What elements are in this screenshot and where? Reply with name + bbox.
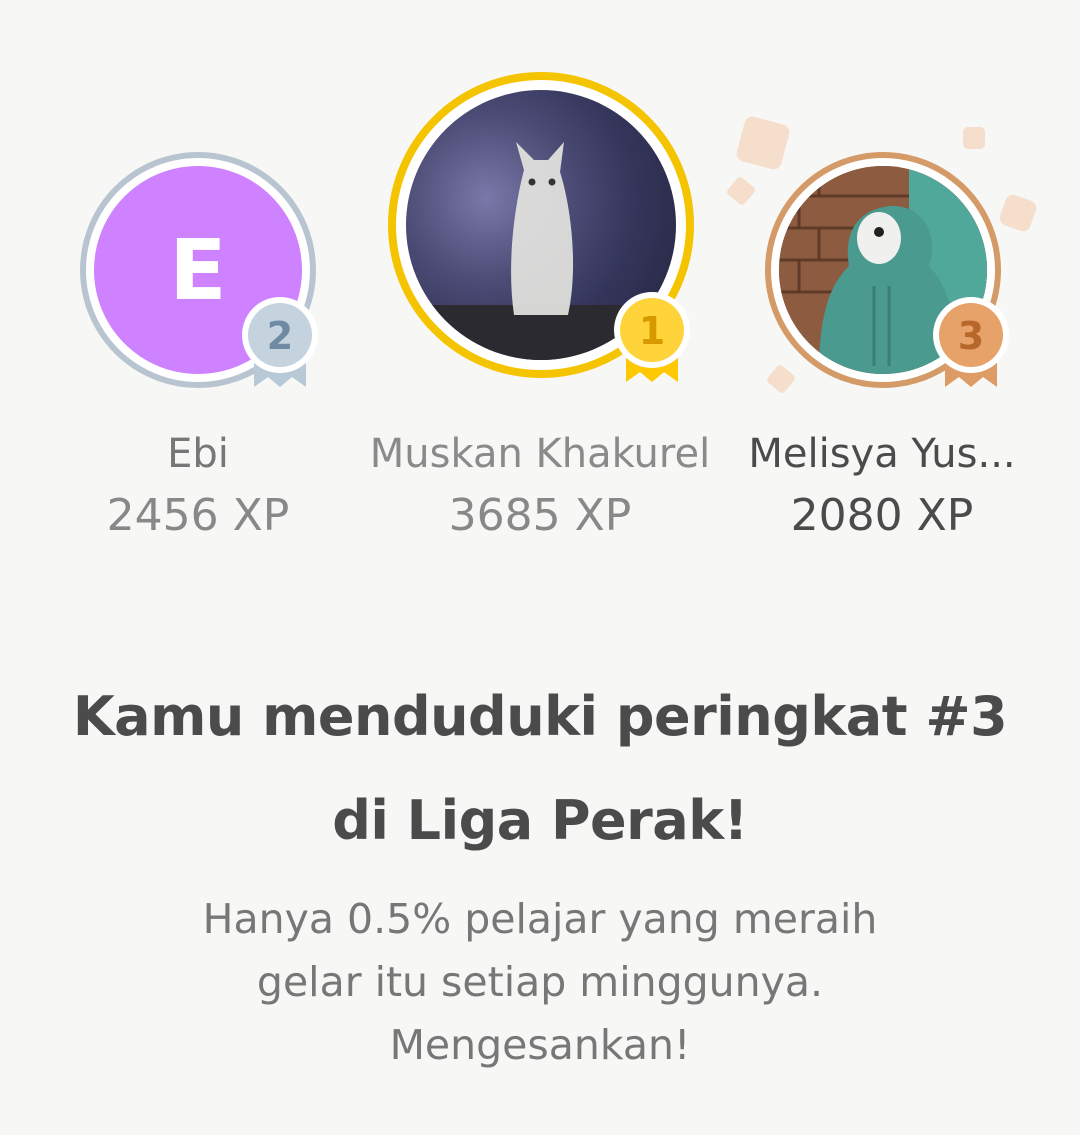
- player-name: Muskan Khakurel: [369, 431, 711, 477]
- player-xp: 2080 XP: [790, 490, 974, 541]
- medal-rank-text: 3: [958, 314, 984, 358]
- player-xp: 3685 XP: [448, 490, 632, 541]
- subtext-line: Hanya 0.5% pelajar yang meraih: [202, 895, 878, 943]
- subtext-line: gelar itu setiap minggunya.: [256, 958, 824, 1006]
- subtext-line: Mengesankan!: [389, 1021, 691, 1069]
- podium-second-place[interactable]: E 2: [80, 152, 330, 402]
- podium-first-place[interactable]: 1: [388, 72, 708, 392]
- bronze-medal-icon: 3: [933, 297, 1009, 387]
- player-name: Ebi: [167, 431, 229, 477]
- headline-line: Kamu menduduki peringkat #3: [72, 685, 1008, 748]
- podium-third-place[interactable]: 3: [765, 152, 1025, 402]
- result-subtext: Hanya 0.5% pelajar yang meraih gelar itu…: [90, 888, 990, 1077]
- medal-rank-text: 2: [267, 314, 293, 358]
- gold-medal-icon: 1: [614, 292, 690, 382]
- silver-medal-icon: 2: [242, 297, 318, 387]
- league-result-screen: E 2 Ebi 2456 XP 1 Muskan Khakurel 3685 X…: [0, 0, 1080, 1135]
- result-headline: Kamu menduduki peringkat #3 di Liga Pera…: [40, 665, 1040, 873]
- headline-line: di Liga Perak!: [332, 789, 748, 852]
- player-name: Melisya Yus...: [748, 431, 1016, 477]
- confetti-piece: [963, 127, 985, 149]
- confetti-piece: [725, 175, 757, 207]
- medal-rank-text: 1: [639, 309, 665, 353]
- player-xp: 2456 XP: [106, 490, 290, 541]
